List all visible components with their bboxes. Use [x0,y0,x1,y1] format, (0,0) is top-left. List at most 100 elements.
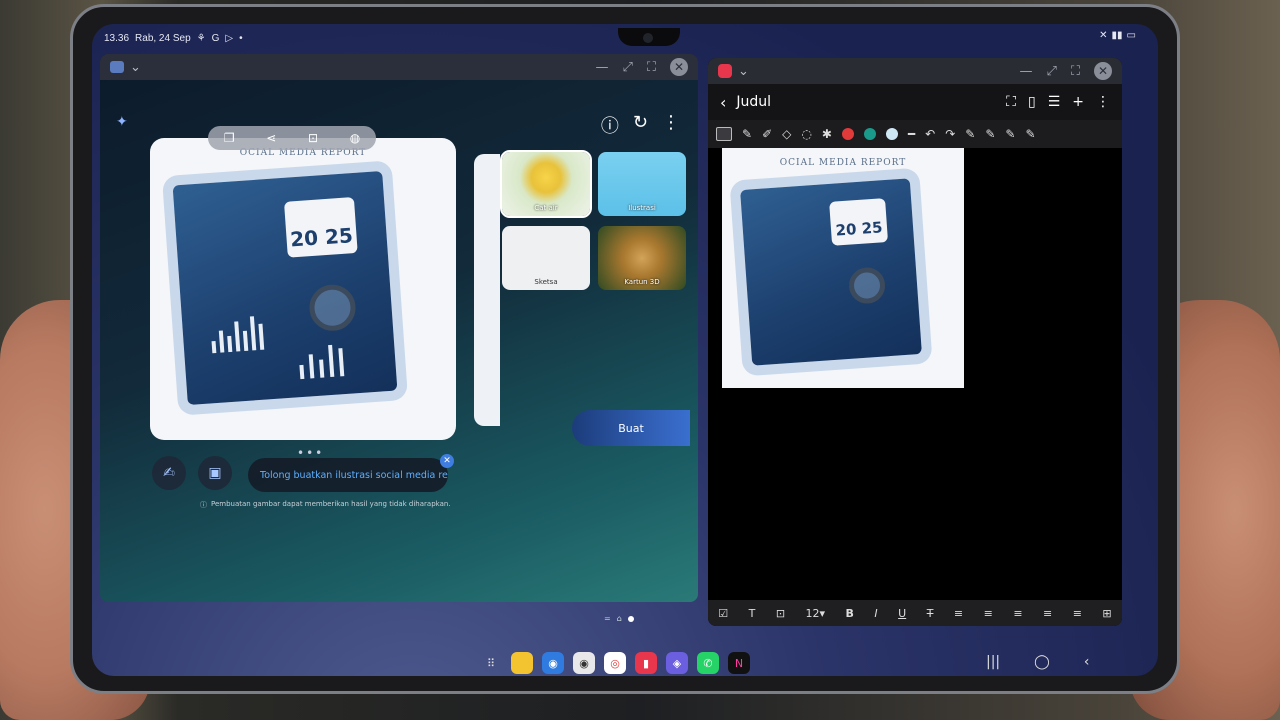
puzzle-icon[interactable]: ✱ [822,127,832,141]
page-menu-icon[interactable]: = [604,614,611,623]
messages-app-icon[interactable]: ◉ [542,652,564,674]
note-title[interactable]: Judul [736,94,771,110]
n-app-icon[interactable]: N [728,652,750,674]
pen-style-icon-2[interactable]: ✎ [985,127,995,141]
browser-app-icon[interactable]: ◈ [666,652,688,674]
home-icon[interactable]: ◯ [1034,654,1050,670]
color-teal-swatch[interactable] [863,128,876,140]
disclaimer-text: Pembuatan gambar dapat memberikan hasil … [211,500,451,508]
style-sketch[interactable]: Sketsa [502,226,590,290]
taskbar: ⠿ ◉ ◉ ◎ ▮ ◈ ✆ N [480,652,750,674]
files-app-icon[interactable] [511,652,533,674]
pin-icon[interactable]: ✦ [116,114,128,130]
add-icon[interactable]: + [1072,94,1084,110]
color-lightblue-swatch[interactable] [885,128,898,140]
back-icon[interactable]: ‹ [720,93,726,112]
app-icon[interactable] [110,61,124,73]
text-style-icon[interactable]: T [749,607,756,620]
alert-icon[interactable]: ⓘ [601,112,619,138]
checkbox-icon[interactable]: ☑ [718,607,728,620]
camera-app-icon[interactable]: ◉ [573,652,595,674]
calendar-graphic: 20 25 [283,196,358,258]
refresh-icon[interactable]: ↻ [633,112,648,138]
prompt-input[interactable]: Tolong buatkan ilustrasi social media re… [248,458,448,492]
lasso-icon[interactable]: ◌ [801,127,811,141]
generated-image-preview[interactable]: OCIAL MEDIA REPORT 20 25 [150,138,456,440]
apps-grid-icon[interactable]: ⠿ [480,652,502,674]
sketch-button[interactable]: ✍ [152,456,186,490]
outdent-icon[interactable]: ≡ [1073,607,1082,620]
home-page-icon[interactable]: ⌂ [617,614,622,623]
font-size-select[interactable]: 12▾ [806,607,826,620]
bold-button[interactable]: B [846,607,854,620]
notes-header: ‹ Judul ⛶ ▯ ☰ + ⋮ [708,84,1122,120]
eraser-icon[interactable]: ◇ [782,127,791,141]
chrome-app-icon[interactable]: ◎ [604,652,626,674]
copy-icon[interactable]: ❐ [224,131,235,145]
chevron-down-icon[interactable]: ⌄ [738,64,749,79]
back-nav-icon[interactable]: ‹ [1084,654,1090,670]
inserted-image[interactable]: OCIAL MEDIA REPORT 20 25 [722,148,964,388]
fullscreen-icon[interactable]: ⛶ [1071,64,1080,79]
page-icon[interactable]: ☰ [1048,94,1061,110]
style-label: Ilustrasi [628,204,656,212]
bullet-list-icon[interactable]: ≡ [984,607,993,620]
style-3d-cartoon[interactable]: Kartun 3D [598,226,686,290]
more-icon[interactable]: ⋮ [1096,94,1110,110]
indent-icon[interactable]: ≡ [1043,607,1052,620]
book-icon[interactable]: ▯ [1028,94,1036,110]
next-image-peek[interactable] [474,154,500,426]
more-icon[interactable]: ⋮ [662,112,680,138]
align-icon[interactable]: ≡ [1013,607,1022,620]
preview-toolbar: ❐ ⋖ ⊡ ◍ [208,126,376,150]
undo-icon[interactable]: ↶ [925,127,935,141]
pen-style-icon-4[interactable]: ✎ [1025,127,1035,141]
expand-icon[interactable]: ⤢ [622,60,632,75]
calendar-graphic: 20 25 [829,198,889,246]
status-date: Rab, 24 Sep [135,32,191,44]
status-time: 13.36 [104,32,130,44]
minimize-icon[interactable]: — [595,60,608,75]
redo-icon[interactable]: ↷ [945,127,955,141]
whatsapp-app-icon[interactable]: ✆ [697,652,719,674]
keyboard-icon[interactable] [716,127,732,141]
style-illustration[interactable]: Ilustrasi [598,152,686,216]
pen-style-icon[interactable]: ✎ [965,127,975,141]
notes-window: ⌄ — ⤢ ⛶ ✕ ‹ Judul ⛶ ▯ ☰ + ⋮ ✎ ✐ ◇ ◌ ✱ ━ … [708,58,1122,626]
pen-icon[interactable]: ✎ [742,127,752,141]
fullscreen-icon[interactable]: ⛶ [647,60,656,75]
color-red-swatch[interactable] [841,128,854,140]
expand-icon[interactable]: ⤢ [1046,64,1056,79]
save-icon[interactable]: ⊡ [308,131,318,145]
strikethrough-button[interactable]: T [927,607,934,620]
page-dot-active[interactable] [627,615,634,622]
notes-app-icon[interactable]: ▮ [635,652,657,674]
text-box-icon[interactable]: ⊡ [776,607,785,620]
style-label: Sketsa [534,278,558,286]
stroke-width-icon[interactable]: ━ [908,127,915,141]
create-button[interactable]: Buat [572,410,690,446]
underline-button[interactable]: U [898,607,906,620]
italic-button[interactable]: I [874,607,877,620]
style-watercolor[interactable]: Cat air [500,150,592,218]
recents-icon[interactable]: ||| [986,654,1000,670]
share-icon[interactable]: ⋖ [266,131,276,145]
clear-prompt-icon[interactable]: ✕ [440,454,454,468]
numbered-list-icon[interactable]: ≡ [954,607,963,620]
chevron-down-icon[interactable]: ⌄ [130,60,141,75]
style-grid: Cat air Ilustrasi Sketsa Kartun 3D [500,150,686,290]
vpn-icon: ⚘ [196,32,206,44]
fit-icon[interactable]: ⛶ [1006,94,1016,110]
palette-icon[interactable]: ◍ [350,131,360,145]
table-icon[interactable]: ⊞ [1102,607,1111,620]
close-icon[interactable]: ✕ [670,58,688,76]
pen-style-icon-3[interactable]: ✎ [1005,127,1015,141]
notes-app-icon[interactable] [718,64,732,78]
status-bar: 13.36 Rab, 24 Sep ⚘ G ▷ • [104,30,243,46]
image-generator-window: ⌄ — ⤢ ⛶ ✕ ✦ ⓘ ↻ ⋮ ❐ ⋖ ⊡ ◍ OCIAL MEDIA RE… [100,54,698,602]
image-button[interactable]: ▣ [198,456,232,490]
highlighter-icon[interactable]: ✐ [762,127,772,141]
close-icon[interactable]: ✕ [1094,62,1112,80]
pen-toolbar: ✎ ✐ ◇ ◌ ✱ ━ ↶ ↷ ✎ ✎ ✎ ✎ [708,120,1122,148]
minimize-icon[interactable]: — [1019,64,1032,79]
